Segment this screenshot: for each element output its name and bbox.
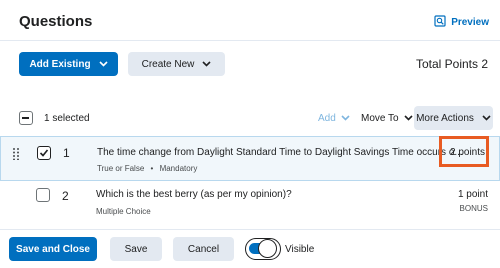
preview-label: Preview	[451, 17, 489, 28]
bonus-badge: BONUS	[459, 204, 488, 213]
indeterminate-icon	[22, 117, 29, 119]
question-checkbox[interactable]	[36, 188, 50, 202]
question-row[interactable]: 2 Which is the best berry (as per my opi…	[0, 182, 500, 224]
question-type: True or False • Mandatory	[97, 164, 197, 173]
points-highlight-box	[439, 136, 489, 167]
question-type: Multiple Choice	[96, 207, 151, 216]
question-text[interactable]: Which is the best berry (as per my opini…	[96, 189, 292, 200]
chevron-down-icon	[341, 113, 350, 124]
add-existing-label: Add Existing	[29, 58, 91, 70]
move-to-dropdown[interactable]: Move To	[361, 113, 413, 124]
selected-count: 1 selected	[44, 113, 90, 124]
question-number: 2	[62, 189, 69, 203]
move-to-label: Move To	[361, 113, 399, 124]
bullet-separator: •	[150, 164, 154, 173]
create-new-label: Create New	[141, 58, 195, 70]
save-label: Save	[124, 243, 148, 255]
question-number: 1	[63, 146, 70, 160]
save-and-close-label: Save and Close	[16, 243, 90, 255]
visible-label: Visible	[285, 244, 315, 255]
create-new-button[interactable]: Create New	[128, 52, 225, 76]
mandatory-label: Mandatory	[159, 164, 198, 173]
chevron-down-icon	[202, 59, 211, 70]
add-dropdown[interactable]: Add	[318, 113, 350, 124]
cancel-button[interactable]: Cancel	[173, 237, 234, 261]
visible-toggle[interactable]	[245, 238, 281, 260]
total-points: Total Points 2	[415, 57, 488, 71]
save-and-close-button[interactable]: Save and Close	[9, 237, 97, 261]
page-header: Questions Preview	[0, 0, 500, 41]
toggle-knob	[258, 239, 277, 258]
chevron-down-icon	[482, 113, 491, 124]
add-existing-button[interactable]: Add Existing	[19, 52, 118, 76]
question-row[interactable]: 1 The time change from Daylight Standard…	[0, 136, 500, 181]
selection-bar: 1 selected Add Move To More Actions	[0, 106, 500, 130]
question-type-label: True or False	[97, 164, 145, 173]
footer-bar: Save and Close Save Cancel Visible	[0, 229, 500, 268]
save-button[interactable]: Save	[110, 237, 162, 261]
select-all-checkbox[interactable]	[19, 111, 33, 125]
cancel-label: Cancel	[187, 243, 220, 255]
chevron-down-icon	[98, 59, 108, 70]
add-label: Add	[318, 113, 336, 124]
question-checkbox[interactable]	[37, 146, 51, 160]
more-actions-button[interactable]: More Actions	[414, 106, 493, 130]
question-points[interactable]: 1 point	[458, 189, 488, 200]
more-actions-label: More Actions	[416, 112, 474, 124]
drag-handle-icon[interactable]	[13, 147, 19, 165]
checkmark-icon	[39, 149, 49, 157]
preview-icon	[434, 15, 446, 30]
chevron-down-icon	[404, 113, 413, 124]
preview-link[interactable]: Preview	[434, 15, 489, 30]
page-title: Questions	[19, 13, 93, 30]
question-text[interactable]: The time change from Daylight Standard T…	[97, 147, 463, 158]
